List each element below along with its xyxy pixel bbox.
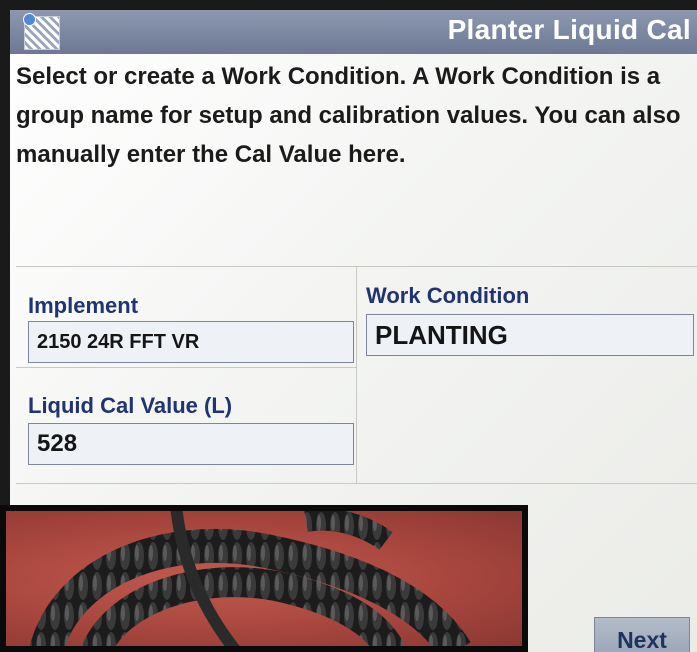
panel-divider-vertical [356, 267, 357, 483]
work-condition-field[interactable]: PLANTING [366, 314, 694, 356]
next-button[interactable]: Next [594, 617, 690, 652]
coiled-cable-photo [0, 505, 528, 652]
liquid-cal-label: Liquid Cal Value (L) [28, 393, 233, 418]
settings-panel: Implement 2150 24R FFT VR Work Condition… [16, 266, 697, 484]
work-condition-label: Work Condition [366, 283, 530, 308]
implement-field[interactable]: 2150 24R FFT VR [28, 321, 354, 363]
page-title: Planter Liquid Cal [447, 14, 691, 45]
panel-divider-horizontal [16, 367, 356, 368]
title-bar: Planter Liquid Cal [10, 10, 697, 54]
instructions-text: Select or create a Work Condition. A Wor… [16, 63, 681, 168]
app-icon [23, 13, 60, 50]
coiled-cable-icon [29, 511, 471, 646]
status-dot-icon [23, 13, 36, 26]
implement-label: Implement [28, 293, 139, 318]
liquid-cal-field[interactable]: 528 [28, 423, 354, 465]
